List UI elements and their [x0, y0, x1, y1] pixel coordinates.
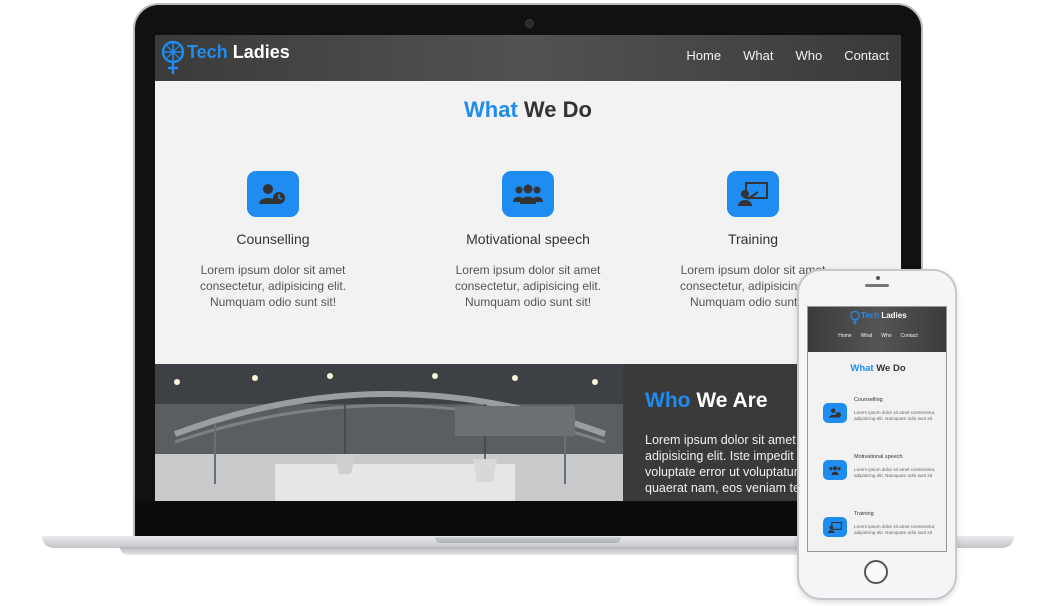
who-we-are-title: Who We Are	[645, 389, 768, 413]
users-icon	[502, 171, 554, 217]
brand-part-ladies: Ladies	[232, 42, 290, 62]
who-title-rest: We Are	[696, 389, 768, 412]
phone-camera	[876, 276, 880, 280]
brand-logo[interactable]: Tech Ladies	[187, 42, 290, 63]
nav-link-who[interactable]: Who	[795, 48, 822, 63]
service-name: Counselling	[854, 397, 883, 403]
chalkboard-teacher-icon	[727, 171, 779, 217]
laptop-screen: Tech Ladies Home What Who Contact What W…	[155, 35, 901, 501]
service-name: Motivational speech	[466, 231, 590, 247]
what-we-do-title: What We Do	[155, 97, 901, 123]
service-name: Counselling	[236, 231, 310, 247]
service-description: Lorem ipsum dolor sit amet consectetur, …	[454, 263, 602, 309]
nav-link-who[interactable]: Who	[881, 333, 891, 339]
users-icon	[823, 460, 847, 480]
user-clock-icon	[247, 171, 299, 217]
phone-home-button[interactable]	[864, 560, 888, 584]
phone-screen: Tech Ladies Home What Who Contact What W…	[807, 306, 947, 552]
service-description: Lorem ipsum dolor sit amet consectetur, …	[199, 263, 347, 309]
nav-link-home[interactable]: Home	[686, 48, 721, 63]
brand-part-tech: Tech	[861, 311, 880, 320]
what-title-highlight: What	[850, 363, 874, 374]
female-tech-logo-icon	[850, 310, 860, 325]
nav-link-contact[interactable]: Contact	[901, 333, 918, 339]
service-counselling: Counselling Lorem ipsum dolor sit amet c…	[158, 171, 388, 310]
brand-part-tech: Tech	[187, 42, 228, 62]
navbar: Tech Ladies Home What Who Contact	[155, 35, 901, 81]
who-title-highlight: Who	[645, 389, 691, 412]
user-clock-icon	[823, 403, 847, 423]
who-we-are-section: Who We Are Lorem ipsum dolor sit amet c …	[155, 364, 901, 501]
service-description: Lorem ipsum dolor sit amet consectetur, …	[854, 467, 936, 478]
phone-nav-links: Home What Who Contact	[808, 333, 946, 339]
nav-link-what[interactable]: What	[743, 48, 773, 63]
nav-link-what[interactable]: What	[861, 333, 873, 339]
nav-links: Home What Who Contact	[686, 48, 889, 63]
what-title-rest: We Do	[523, 97, 592, 122]
laptop-hinge	[435, 537, 621, 543]
laptop-camera	[525, 19, 534, 28]
service-name: Motivational speech	[854, 454, 903, 460]
service-name: Training	[854, 511, 874, 517]
what-title-highlight: What	[464, 97, 518, 122]
female-tech-logo-icon	[161, 40, 185, 74]
phone-brand-logo[interactable]: Tech Ladies	[861, 311, 907, 320]
service-motivational-speech: Motivational speech Lorem ipsum dolor si…	[413, 171, 643, 310]
phone-what-we-do-title: What We Do	[808, 363, 946, 374]
service-description: Lorem ipsum dolor sit amet consectetur, …	[854, 524, 936, 535]
nav-link-home[interactable]: Home	[838, 333, 851, 339]
what-title-rest: We Do	[876, 363, 906, 374]
phone-navbar: Tech Ladies Home What Who Contact	[808, 307, 946, 352]
phone-speaker	[865, 284, 889, 287]
service-name: Training	[727, 231, 779, 247]
chalkboard-teacher-icon	[823, 517, 847, 537]
brand-part-ladies: Ladies	[881, 311, 907, 320]
nav-link-contact[interactable]: Contact	[844, 48, 889, 63]
service-description: Lorem ipsum dolor sit amet consectetur, …	[854, 410, 936, 421]
office-photo	[155, 364, 623, 501]
